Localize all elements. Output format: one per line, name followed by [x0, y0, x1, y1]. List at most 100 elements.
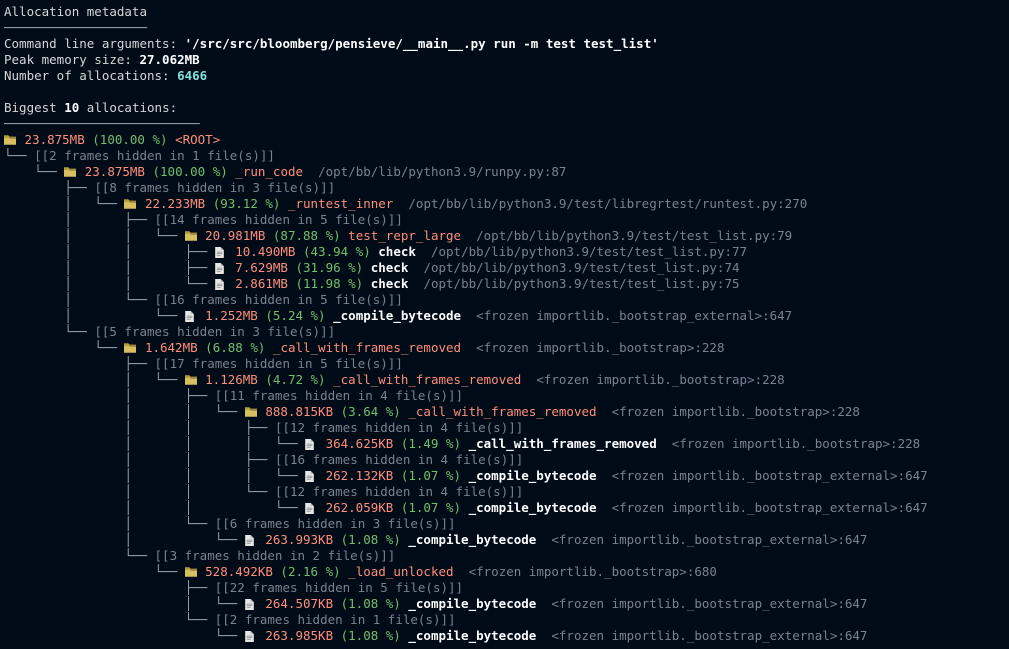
alloc-size: 22.233MB — [145, 196, 205, 211]
tree-node-file: │ │ ├── 7.629MB (31.96 %) check /opt/bb/… — [4, 260, 1005, 276]
source-location: <frozen importlib._bootstrap>:680 — [469, 564, 717, 579]
tree-node-folder: │ │ └── 888.815KB (3.64 %) _call_with_fr… — [4, 404, 1005, 420]
alloc-size: 528.492KB — [205, 564, 273, 579]
tree-node-folder: │ │ └── 20.981MB (87.88 %) test_repr_lar… — [4, 228, 1005, 244]
source-location: <frozen importlib._bootstrap>:228 — [672, 436, 920, 451]
num-allocations: Number of allocations: 6466 — [4, 68, 1005, 84]
tree-node-file: └── 263.985KB (1.08 %) _compile_bytecode… — [4, 628, 1005, 644]
tree-gutter: │ └── — [4, 196, 124, 211]
tree-gutter: │ └── — [4, 292, 155, 307]
tree-node-file: │ │ │ └── 364.625KB (1.49 %) _call_with_… — [4, 436, 1005, 452]
source-location: <frozen importlib._bootstrap>:228 — [476, 340, 724, 355]
tree-node-file: │ │ ├── 10.490MB (43.94 %) check /opt/bb… — [4, 244, 1005, 260]
source-location: /opt/bb/lib/python3.9/test/libregrtest/r… — [408, 196, 807, 211]
alloc-size: 262.059KB — [326, 500, 394, 515]
tree-gutter — [318, 436, 326, 451]
file-icon — [305, 503, 317, 513]
alloc-size: 263.985KB — [265, 628, 333, 643]
folder-icon — [64, 167, 76, 177]
tree-gutter: └── — [4, 340, 124, 355]
source-location: <frozen importlib._bootstrap_external>:6… — [612, 500, 928, 515]
tree-gutter — [318, 500, 326, 515]
alloc-size: 1.252MB — [205, 308, 258, 323]
alloc-size: 1.642MB — [145, 340, 198, 355]
file-icon — [215, 263, 227, 273]
tree-gutter: │ │ │ └── — [4, 468, 305, 483]
func-name: _compile_bytecode — [469, 468, 597, 483]
func-name: _call_with_frames_removed — [408, 404, 596, 419]
alloc-pct: (31.96 %) — [295, 260, 363, 275]
folder-icon — [4, 135, 16, 145]
alloc-size: 23.875MB — [25, 132, 85, 147]
tree-gutter: │ │ └── — [4, 484, 275, 499]
tree-node-folder: │ └── 1.126MB (4.72 %) _call_with_frames… — [4, 372, 1005, 388]
source-location: <frozen importlib._bootstrap_external>:6… — [551, 532, 867, 547]
tree-node-folder: └── 528.492KB (2.16 %) _load_unlocked <f… — [4, 564, 1005, 580]
tree-gutter: │ └── — [4, 516, 215, 531]
divider: ────────────────────────── — [4, 116, 1005, 132]
tree-gutter: │ │ └── — [4, 228, 185, 243]
folder-icon — [124, 343, 136, 353]
tree-gutter — [318, 468, 326, 483]
func-name: _compile_bytecode — [469, 500, 597, 515]
file-icon — [245, 631, 257, 641]
alloc-pct: (11.98 %) — [295, 276, 363, 291]
tree-gutter: │ │ └── — [4, 404, 245, 419]
file-icon — [185, 311, 197, 321]
alloc-pct: (93.12 %) — [213, 196, 281, 211]
alloc-pct: (100.00 %) — [153, 164, 228, 179]
alloc-pct: (5.24 %) — [265, 308, 325, 323]
alloc-size: 10.490MB — [235, 244, 295, 259]
tree-node-file: │ └── 263.993KB (1.08 %) _compile_byteco… — [4, 532, 1005, 548]
func-name: check — [378, 244, 416, 259]
hidden-frames-line: ├── [[8 frames hidden in 3 file(s)]] — [4, 180, 1005, 196]
file-icon — [215, 247, 227, 257]
file-icon — [245, 535, 257, 545]
tree-gutter: │ │ │ └── — [4, 436, 305, 451]
divider: ─────────────────── — [4, 20, 1005, 36]
hidden-frames-line: ├── [[22 frames hidden in 5 file(s)]] — [4, 580, 1005, 596]
alloc-pct: (1.08 %) — [341, 628, 401, 643]
tree-gutter: │ ├── — [4, 388, 215, 403]
tree-node-file: │ └── 1.252MB (5.24 %) _compile_bytecode… — [4, 308, 1005, 324]
alloc-size: 20.981MB — [205, 228, 265, 243]
folder-icon — [245, 407, 257, 417]
tree-gutter: └── — [4, 628, 245, 643]
func-name: _runtest_inner — [288, 196, 393, 211]
alloc-pct: (43.94 %) — [303, 244, 371, 259]
alloc-pct: (6.88 %) — [205, 340, 265, 355]
hidden-frames-line: │ └── [[6 frames hidden in 3 file(s)]] — [4, 516, 1005, 532]
func-name: _run_code — [235, 164, 303, 179]
tree-gutter: │ └── — [4, 372, 185, 387]
hidden-frames-line: │ ├── [[14 frames hidden in 5 file(s)]] — [4, 212, 1005, 228]
hidden-frames-line: └── [[2 frames hidden in 1 file(s)]] — [4, 148, 1005, 164]
source-location: <frozen importlib._bootstrap_external>:6… — [551, 628, 867, 643]
source-location: <frozen importlib._bootstrap>:228 — [612, 404, 860, 419]
hidden-frames-line: │ │ └── [[12 frames hidden in 4 file(s)]… — [4, 484, 1005, 500]
alloc-pct: (2.16 %) — [280, 564, 340, 579]
folder-icon — [124, 199, 136, 209]
func-name: check — [371, 260, 409, 275]
alloc-size: 264.507KB — [265, 596, 333, 611]
alloc-size: 1.126MB — [205, 372, 258, 387]
tree-gutter: │ ├── — [4, 212, 155, 227]
alloc-size: 263.993KB — [265, 532, 333, 547]
tree-gutter: │ │ └── — [4, 276, 215, 291]
hidden-frames-line: └── [[3 frames hidden in 2 file(s)]] — [4, 548, 1005, 564]
func-name: _compile_bytecode — [333, 308, 461, 323]
alloc-size: 262.132KB — [326, 468, 394, 483]
tree-gutter — [137, 196, 145, 211]
func-name: _call_with_frames_removed — [333, 372, 521, 387]
tree-gutter: ├── — [4, 180, 94, 195]
tree-gutter — [17, 132, 25, 147]
tree-gutter: │ └── — [4, 596, 245, 611]
alloc-size: 7.629MB — [235, 260, 288, 275]
tree-node-file: │ │ └── 2.861MB (11.98 %) check /opt/bb/… — [4, 276, 1005, 292]
alloc-pct: (1.08 %) — [341, 532, 401, 547]
source-location: /opt/bb/lib/python3.9/test/test_list.py:… — [423, 276, 739, 291]
tree-gutter: │ │ ├── — [4, 260, 215, 275]
tree-node-file: │ └── 264.507KB (1.08 %) _compile_byteco… — [4, 596, 1005, 612]
alloc-size: 2.861MB — [235, 276, 288, 291]
alloc-pct: (87.88 %) — [273, 228, 341, 243]
source-location: <frozen importlib._bootstrap_external>:6… — [551, 596, 867, 611]
